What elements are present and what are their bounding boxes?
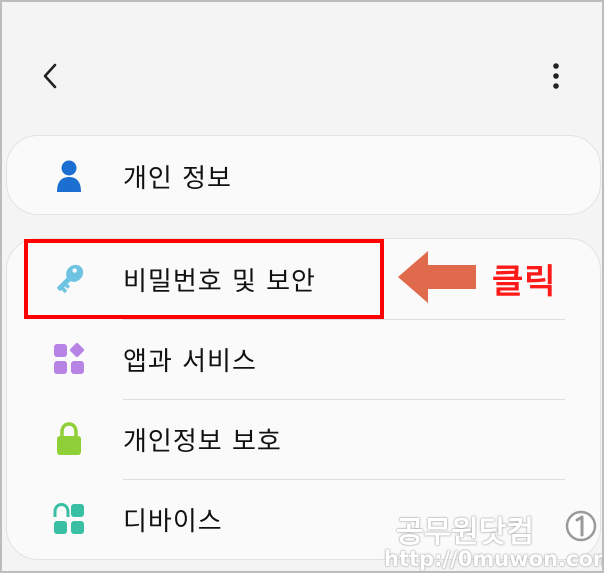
- more-vertical-icon: [553, 63, 559, 89]
- menu-item-label: 개인정보 보호: [123, 426, 282, 457]
- devices-icon: [49, 499, 89, 539]
- left-arrow-icon: [398, 251, 476, 303]
- menu-item-personal-info[interactable]: 개인 정보: [7, 136, 602, 216]
- more-options-button[interactable]: [538, 58, 574, 94]
- menu-item-privacy[interactable]: 개인정보 보호: [7, 399, 602, 479]
- apps-icon: [49, 339, 89, 379]
- back-button[interactable]: [32, 58, 68, 94]
- menu-item-label: 디바이스: [123, 506, 223, 537]
- settings-screen: 개인 정보 비밀번호 및 보안 앱과 서비스 개인정보 보호 디바이스 클릭 공…: [0, 0, 604, 573]
- lock-icon: [49, 419, 89, 459]
- menu-item-label: 앱과 서비스: [123, 346, 257, 377]
- menu-item-devices[interactable]: 디바이스: [7, 479, 602, 559]
- person-icon: [49, 156, 89, 196]
- top-app-bar: [2, 2, 602, 122]
- profile-card: 개인 정보: [6, 135, 601, 215]
- menu-item-label: 비밀번호 및 보안: [123, 266, 316, 297]
- menu-item-label: 개인 정보: [123, 163, 232, 194]
- menu-item-apps-services[interactable]: 앱과 서비스: [7, 319, 602, 399]
- chevron-left-icon: [43, 63, 57, 89]
- key-icon: [49, 259, 89, 299]
- click-annotation: 클릭: [492, 262, 557, 302]
